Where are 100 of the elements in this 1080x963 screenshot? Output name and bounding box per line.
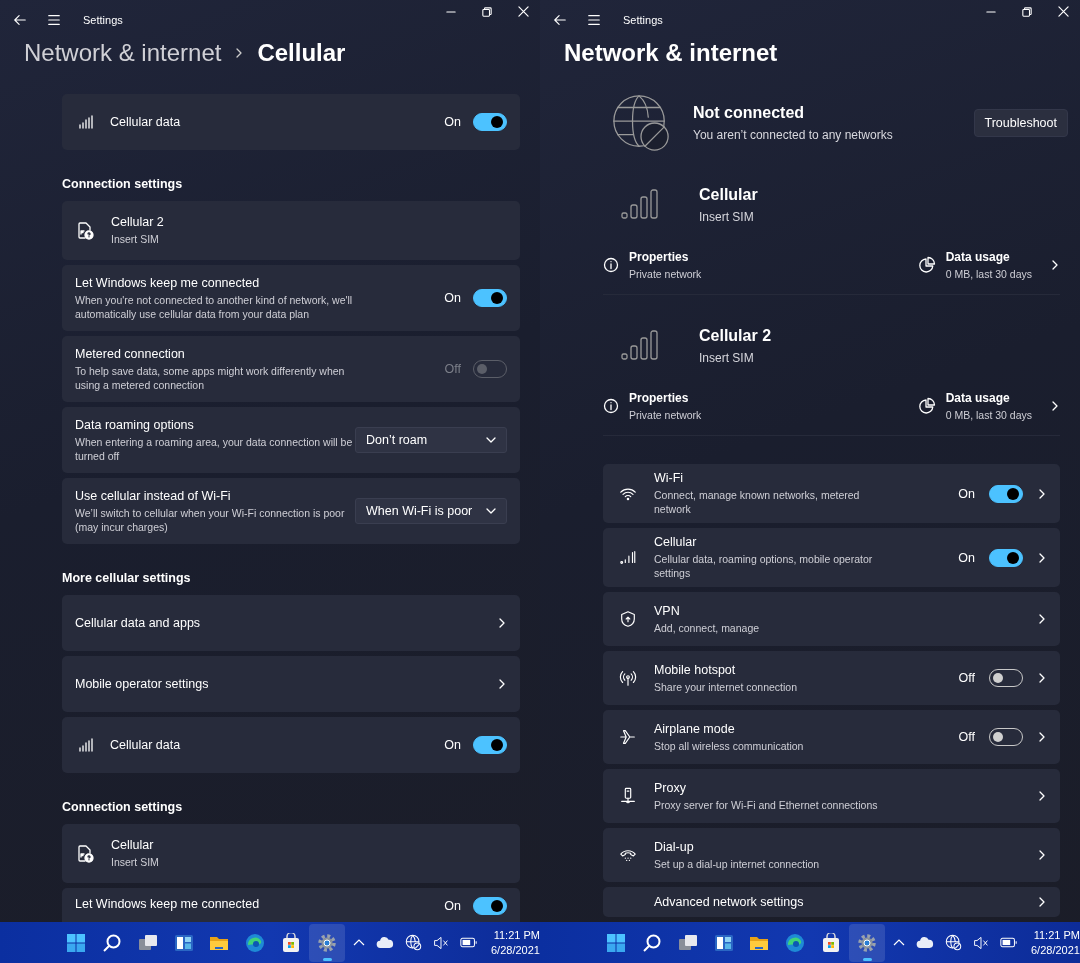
browser-icon[interactable] bbox=[245, 932, 266, 953]
globe-blocked-icon[interactable] bbox=[945, 934, 962, 951]
sim-card-icon bbox=[75, 843, 95, 864]
battery-icon[interactable] bbox=[1000, 937, 1017, 948]
windows-start-icon[interactable] bbox=[65, 932, 86, 953]
globe-blocked-icon[interactable] bbox=[405, 934, 422, 951]
setting-title: VPN bbox=[654, 603, 681, 618]
properties-link[interactable]: Properties bbox=[629, 250, 702, 264]
toggle-switch[interactable] bbox=[473, 289, 507, 307]
setting-link[interactable]: Mobile operator settings bbox=[62, 656, 520, 712]
search-icon[interactable] bbox=[641, 932, 662, 953]
dropdown[interactable]: Don’t roam bbox=[355, 427, 507, 453]
section-heading: Connection settings bbox=[62, 177, 184, 191]
chevron-right-icon bbox=[497, 618, 507, 628]
toggle-switch[interactable] bbox=[473, 736, 507, 754]
task-view-icon[interactable] bbox=[677, 932, 698, 953]
network-name: Cellular bbox=[699, 186, 758, 204]
widgets-icon[interactable] bbox=[713, 932, 734, 953]
setting-row[interactable]: Wi-Fi Connect, manage known networks, metered network On bbox=[603, 464, 1060, 523]
close-icon bbox=[1058, 6, 1069, 17]
network-profile: Private network bbox=[629, 409, 702, 421]
cloud-icon[interactable] bbox=[916, 936, 934, 949]
window-title: Settings bbox=[83, 14, 123, 26]
setting-title: Data roaming options bbox=[75, 417, 195, 432]
setting-row[interactable]: Mobile hotspot Share your internet connection Off bbox=[603, 651, 1060, 705]
setting-title: Cellular data and apps bbox=[75, 616, 201, 630]
chevron-right-icon bbox=[497, 679, 507, 689]
widgets-icon[interactable] bbox=[173, 932, 194, 953]
data-usage-link[interactable]: Data usage bbox=[945, 391, 1032, 405]
toggle-switch[interactable] bbox=[473, 113, 507, 131]
setting-title: Mobile hotspot bbox=[654, 662, 737, 677]
setting-description: Stop all wireless communication bbox=[654, 738, 804, 753]
page-title: Cellular bbox=[257, 39, 346, 67]
task-view-icon[interactable] bbox=[137, 932, 158, 953]
toggle-label: Off bbox=[444, 362, 461, 376]
setting-row[interactable]: Cellular Cellular data, roaming options, mobile operator settings On bbox=[603, 528, 1060, 587]
shield-icon bbox=[619, 610, 637, 628]
data-usage-link[interactable]: Data usage bbox=[945, 250, 1032, 264]
setting-title: Metered connection bbox=[75, 346, 186, 361]
battery-icon[interactable] bbox=[460, 937, 477, 948]
clock-date[interactable]: 6/28/2021 bbox=[491, 942, 540, 958]
setting-description: Cellular data, roaming options, mobile operator settings bbox=[654, 552, 874, 580]
chevron-right-icon bbox=[1037, 897, 1047, 907]
dropdown[interactable]: When Wi-Fi is poor bbox=[355, 498, 507, 524]
troubleshoot-button[interactable]: Troubleshoot bbox=[973, 109, 1068, 137]
setting-title: Cellular data bbox=[110, 115, 181, 129]
setting-description: When you're not connected to another kind of network, we'll automatically use cellular data from your data plan bbox=[75, 292, 354, 321]
network-status: Insert SIM bbox=[699, 351, 755, 365]
gear-icon[interactable] bbox=[857, 932, 878, 953]
chevron-down-icon bbox=[486, 435, 496, 445]
toggle-label: On bbox=[958, 550, 975, 565]
setting-row[interactable]: Airplane mode Stop all wireless communication Off bbox=[603, 710, 1060, 764]
store-icon[interactable] bbox=[821, 932, 842, 953]
setting-link[interactable]: Cellular data and apps bbox=[62, 595, 520, 651]
setting-row[interactable]: Advanced network settings bbox=[603, 887, 1060, 917]
setting-row[interactable]: Dial-up Set up a dial-up internet connection bbox=[603, 828, 1060, 882]
status-description: You aren’t connected to any networks bbox=[693, 128, 893, 142]
setting-title: Advanced network settings bbox=[654, 895, 804, 909]
setting-description: Share your internet connection bbox=[654, 679, 797, 694]
setting-title: Cellular bbox=[654, 535, 698, 549]
clock-date[interactable]: 6/28/2021 bbox=[1031, 942, 1080, 958]
menu-icon bbox=[47, 13, 61, 27]
toggle-switch[interactable] bbox=[473, 897, 507, 915]
toggle-label: Off bbox=[958, 671, 975, 685]
setting-title: Let Windows keep me connected bbox=[75, 275, 261, 290]
speaker-muted-icon[interactable] bbox=[433, 934, 449, 951]
clock-time[interactable]: 11:21 PM bbox=[1033, 927, 1080, 943]
hotspot-icon bbox=[619, 669, 637, 687]
toggle-switch[interactable] bbox=[989, 484, 1023, 503]
info-icon bbox=[603, 257, 619, 273]
chevron-right-icon bbox=[1037, 791, 1047, 801]
page-title: Network & internet bbox=[564, 39, 778, 67]
window-title: Settings bbox=[623, 14, 663, 26]
setting-row[interactable]: Proxy Proxy server for Wi-Fi and Ethernet connections bbox=[603, 769, 1060, 823]
chevron-right-icon bbox=[1037, 552, 1047, 563]
browser-icon[interactable] bbox=[785, 932, 806, 953]
gear-icon[interactable] bbox=[317, 932, 338, 953]
speaker-muted-icon[interactable] bbox=[973, 934, 989, 951]
clock-time[interactable]: 11:21 PM bbox=[493, 927, 540, 943]
setting-title: Cellular 2 bbox=[111, 215, 164, 229]
store-icon[interactable] bbox=[281, 932, 302, 953]
network-profile: Private network bbox=[629, 268, 702, 280]
toggle-label: On bbox=[958, 486, 975, 501]
setting-description: Set up a dial-up internet connection bbox=[654, 856, 820, 871]
back-icon bbox=[13, 13, 27, 27]
chevron-right-icon bbox=[1037, 732, 1047, 742]
search-icon[interactable] bbox=[101, 932, 122, 953]
properties-link[interactable]: Properties bbox=[629, 391, 702, 405]
setting-row[interactable]: VPN Add, connect, manage bbox=[603, 592, 1060, 646]
setting-description: Connect, manage known networks, metered network bbox=[654, 488, 861, 516]
airplane-icon bbox=[619, 728, 637, 746]
toggle-label: On bbox=[444, 899, 461, 913]
toggle-switch[interactable] bbox=[989, 548, 1023, 567]
network-status: Insert SIM bbox=[699, 210, 755, 224]
setting-title: Proxy bbox=[654, 780, 687, 795]
restore-icon bbox=[1022, 6, 1032, 17]
cloud-icon[interactable] bbox=[376, 936, 394, 949]
windows-start-icon[interactable] bbox=[605, 932, 626, 953]
data-usage-value: 0 MB, last 30 days bbox=[945, 268, 1032, 280]
breadcrumb-link[interactable]: Network & internet bbox=[24, 39, 222, 67]
